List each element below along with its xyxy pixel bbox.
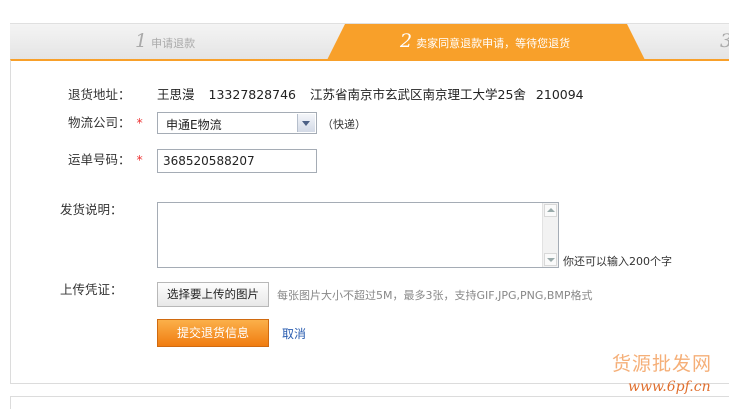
bottom-panel-edge	[10, 396, 729, 409]
recipient-zip: 210094	[535, 87, 584, 102]
shipping-description-textarea[interactable]	[157, 202, 559, 268]
character-count-hint: 你还可以输入200个字	[563, 255, 672, 268]
chevron-down-icon[interactable]	[297, 114, 315, 132]
step-3-number: 3	[720, 30, 729, 52]
step-2-active: 2 卖家同意退款申请，等待您退货	[327, 24, 645, 60]
logistics-selected-value: 申通E物流	[166, 118, 222, 132]
logistics-label-text: 物流公司：	[68, 115, 131, 130]
scroll-down-icon[interactable]	[544, 253, 557, 266]
submit-return-button[interactable]: 提交退货信息	[157, 319, 269, 347]
scroll-up-icon[interactable]	[544, 204, 557, 217]
logistics-required-mark: *	[136, 115, 143, 130]
logistics-company-select[interactable]: 申通E物流	[157, 112, 317, 134]
address-label: 退货地址：	[68, 87, 131, 102]
step-1-number: 1	[135, 30, 148, 52]
choose-image-button[interactable]: 选择要上传的图片	[157, 282, 269, 307]
upload-hint: 每张图片大小不超过5M，最多3张，支持GIF,JPG,PNG,BMP格式	[277, 289, 593, 302]
cancel-link[interactable]: 取消	[282, 325, 306, 342]
tracking-required-mark: *	[136, 152, 143, 167]
upload-label: 上传凭证：	[60, 282, 123, 297]
description-label: 发货说明：	[60, 202, 123, 217]
step-2-number: 2	[400, 30, 413, 52]
recipient-address: 江苏省南京市玄武区南京理工大学25舍	[310, 87, 526, 102]
step-2-label: 卖家同意退款申请，等待您退货	[416, 37, 571, 50]
step-1: 1 申请退款	[135, 30, 195, 52]
recipient-name: 王思漫	[157, 87, 195, 102]
tracking-label-text: 运单号码：	[68, 152, 131, 167]
logistics-label: 物流公司： *	[68, 112, 143, 131]
address-value: 王思漫 13327828746 江苏省南京市玄武区南京理工大学25舍 210094	[157, 84, 598, 103]
recipient-phone: 13327828746	[208, 87, 296, 102]
step-3: 3	[720, 30, 729, 52]
logistics-type-note: （快递）	[322, 118, 366, 131]
watermark-url: www.6pf.cn	[628, 379, 711, 395]
tracking-label: 运单号码： *	[68, 149, 143, 168]
watermark-title: 货源批发网	[612, 353, 713, 375]
step-1-label: 申请退款	[151, 37, 196, 50]
tracking-number-input[interactable]	[157, 149, 317, 173]
textarea-scrollbar[interactable]	[542, 203, 558, 267]
step-progress-bar: 1申请退款 2卖家同意退款申请，等待您退货 3	[10, 23, 729, 60]
